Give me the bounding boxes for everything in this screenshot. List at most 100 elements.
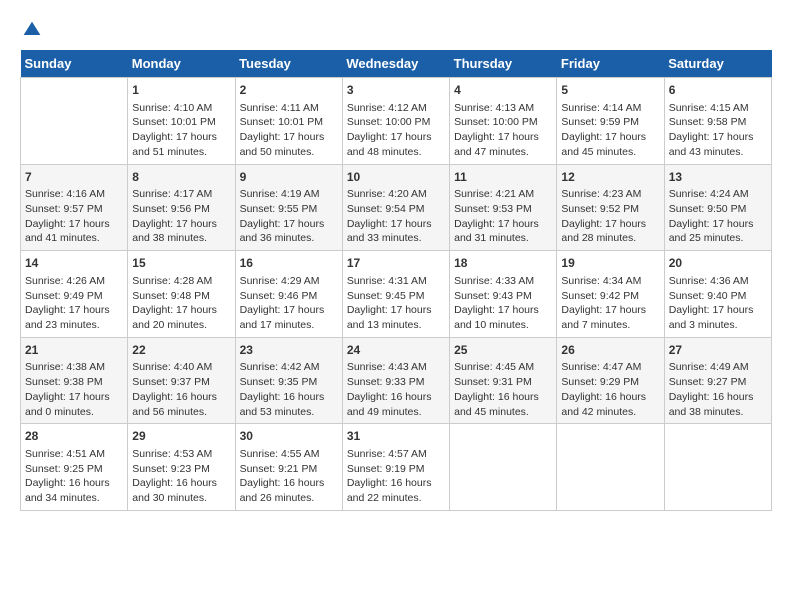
sunset-text: Sunset: 9:33 PM xyxy=(347,375,445,390)
day-number: 23 xyxy=(240,342,338,359)
sunset-text: Sunset: 9:59 PM xyxy=(561,115,659,130)
weekday-header-monday: Monday xyxy=(128,50,235,78)
daylight-text: Daylight: 17 hours and 13 minutes. xyxy=(347,303,445,332)
calendar-cell: 23Sunrise: 4:42 AMSunset: 9:35 PMDayligh… xyxy=(235,337,342,424)
sunrise-text: Sunrise: 4:55 AM xyxy=(240,447,338,462)
calendar-cell: 21Sunrise: 4:38 AMSunset: 9:38 PMDayligh… xyxy=(21,337,128,424)
sunset-text: Sunset: 9:27 PM xyxy=(669,375,767,390)
sunset-text: Sunset: 10:00 PM xyxy=(347,115,445,130)
calendar-table: SundayMondayTuesdayWednesdayThursdayFrid… xyxy=(20,50,772,511)
sunrise-text: Sunrise: 4:21 AM xyxy=(454,187,552,202)
calendar-cell: 17Sunrise: 4:31 AMSunset: 9:45 PMDayligh… xyxy=(342,251,449,338)
sunset-text: Sunset: 9:58 PM xyxy=(669,115,767,130)
calendar-cell: 20Sunrise: 4:36 AMSunset: 9:40 PMDayligh… xyxy=(664,251,771,338)
sunset-text: Sunset: 9:21 PM xyxy=(240,462,338,477)
sunrise-text: Sunrise: 4:31 AM xyxy=(347,274,445,289)
daylight-text: Daylight: 17 hours and 7 minutes. xyxy=(561,303,659,332)
sunset-text: Sunset: 9:25 PM xyxy=(25,462,123,477)
day-number: 26 xyxy=(561,342,659,359)
day-number: 4 xyxy=(454,82,552,99)
daylight-text: Daylight: 17 hours and 10 minutes. xyxy=(454,303,552,332)
logo-icon xyxy=(22,20,42,40)
calendar-cell: 16Sunrise: 4:29 AMSunset: 9:46 PMDayligh… xyxy=(235,251,342,338)
day-number: 10 xyxy=(347,169,445,186)
day-number: 17 xyxy=(347,255,445,272)
sunrise-text: Sunrise: 4:13 AM xyxy=(454,101,552,116)
sunset-text: Sunset: 9:55 PM xyxy=(240,202,338,217)
daylight-text: Daylight: 17 hours and 25 minutes. xyxy=(669,217,767,246)
sunrise-text: Sunrise: 4:15 AM xyxy=(669,101,767,116)
sunset-text: Sunset: 10:00 PM xyxy=(454,115,552,130)
weekday-header-tuesday: Tuesday xyxy=(235,50,342,78)
sunrise-text: Sunrise: 4:43 AM xyxy=(347,360,445,375)
daylight-text: Daylight: 16 hours and 38 minutes. xyxy=(669,390,767,419)
sunrise-text: Sunrise: 4:26 AM xyxy=(25,274,123,289)
sunrise-text: Sunrise: 4:36 AM xyxy=(669,274,767,289)
sunset-text: Sunset: 9:19 PM xyxy=(347,462,445,477)
daylight-text: Daylight: 17 hours and 17 minutes. xyxy=(240,303,338,332)
day-number: 7 xyxy=(25,169,123,186)
daylight-text: Daylight: 16 hours and 34 minutes. xyxy=(25,476,123,505)
sunrise-text: Sunrise: 4:23 AM xyxy=(561,187,659,202)
daylight-text: Daylight: 17 hours and 33 minutes. xyxy=(347,217,445,246)
week-row-1: 1Sunrise: 4:10 AMSunset: 10:01 PMDayligh… xyxy=(21,78,772,165)
daylight-text: Daylight: 16 hours and 42 minutes. xyxy=(561,390,659,419)
daylight-text: Daylight: 17 hours and 47 minutes. xyxy=(454,130,552,159)
day-number: 2 xyxy=(240,82,338,99)
daylight-text: Daylight: 17 hours and 0 minutes. xyxy=(25,390,123,419)
sunrise-text: Sunrise: 4:11 AM xyxy=(240,101,338,116)
calendar-cell: 29Sunrise: 4:53 AMSunset: 9:23 PMDayligh… xyxy=(128,424,235,511)
sunrise-text: Sunrise: 4:42 AM xyxy=(240,360,338,375)
day-number: 5 xyxy=(561,82,659,99)
sunrise-text: Sunrise: 4:12 AM xyxy=(347,101,445,116)
calendar-cell xyxy=(557,424,664,511)
sunrise-text: Sunrise: 4:40 AM xyxy=(132,360,230,375)
day-number: 1 xyxy=(132,82,230,99)
sunset-text: Sunset: 9:46 PM xyxy=(240,289,338,304)
calendar-cell: 6Sunrise: 4:15 AMSunset: 9:58 PMDaylight… xyxy=(664,78,771,165)
weekday-header-friday: Friday xyxy=(557,50,664,78)
day-number: 3 xyxy=(347,82,445,99)
sunrise-text: Sunrise: 4:53 AM xyxy=(132,447,230,462)
day-number: 18 xyxy=(454,255,552,272)
calendar-cell xyxy=(664,424,771,511)
calendar-cell: 31Sunrise: 4:57 AMSunset: 9:19 PMDayligh… xyxy=(342,424,449,511)
calendar-cell xyxy=(450,424,557,511)
calendar-cell: 27Sunrise: 4:49 AMSunset: 9:27 PMDayligh… xyxy=(664,337,771,424)
sunset-text: Sunset: 9:54 PM xyxy=(347,202,445,217)
calendar-cell: 24Sunrise: 4:43 AMSunset: 9:33 PMDayligh… xyxy=(342,337,449,424)
sunrise-text: Sunrise: 4:17 AM xyxy=(132,187,230,202)
sunrise-text: Sunrise: 4:24 AM xyxy=(669,187,767,202)
day-number: 28 xyxy=(25,428,123,445)
calendar-cell: 2Sunrise: 4:11 AMSunset: 10:01 PMDayligh… xyxy=(235,78,342,165)
sunrise-text: Sunrise: 4:10 AM xyxy=(132,101,230,116)
day-number: 12 xyxy=(561,169,659,186)
calendar-cell: 19Sunrise: 4:34 AMSunset: 9:42 PMDayligh… xyxy=(557,251,664,338)
day-number: 30 xyxy=(240,428,338,445)
sunset-text: Sunset: 9:43 PM xyxy=(454,289,552,304)
weekday-header-sunday: Sunday xyxy=(21,50,128,78)
daylight-text: Daylight: 17 hours and 23 minutes. xyxy=(25,303,123,332)
daylight-text: Daylight: 16 hours and 53 minutes. xyxy=(240,390,338,419)
sunset-text: Sunset: 10:01 PM xyxy=(240,115,338,130)
calendar-cell: 4 Sunrise: 4:13 AMSunset: 10:00 PMDayligh… xyxy=(450,78,557,165)
day-number: 27 xyxy=(669,342,767,359)
sunset-text: Sunset: 9:52 PM xyxy=(561,202,659,217)
daylight-text: Daylight: 17 hours and 28 minutes. xyxy=(561,217,659,246)
header xyxy=(20,20,772,40)
calendar-cell xyxy=(21,78,128,165)
sunset-text: Sunset: 9:49 PM xyxy=(25,289,123,304)
sunset-text: Sunset: 9:53 PM xyxy=(454,202,552,217)
calendar-cell: 14Sunrise: 4:26 AMSunset: 9:49 PMDayligh… xyxy=(21,251,128,338)
day-number: 16 xyxy=(240,255,338,272)
day-number: 9 xyxy=(240,169,338,186)
day-number: 8 xyxy=(132,169,230,186)
week-row-4: 21Sunrise: 4:38 AMSunset: 9:38 PMDayligh… xyxy=(21,337,772,424)
calendar-cell: 15Sunrise: 4:28 AMSunset: 9:48 PMDayligh… xyxy=(128,251,235,338)
sunset-text: Sunset: 10:01 PM xyxy=(132,115,230,130)
sunset-text: Sunset: 9:42 PM xyxy=(561,289,659,304)
sunset-text: Sunset: 9:31 PM xyxy=(454,375,552,390)
daylight-text: Daylight: 17 hours and 43 minutes. xyxy=(669,130,767,159)
sunset-text: Sunset: 9:48 PM xyxy=(132,289,230,304)
calendar-cell: 7Sunrise: 4:16 AMSunset: 9:57 PMDaylight… xyxy=(21,164,128,251)
